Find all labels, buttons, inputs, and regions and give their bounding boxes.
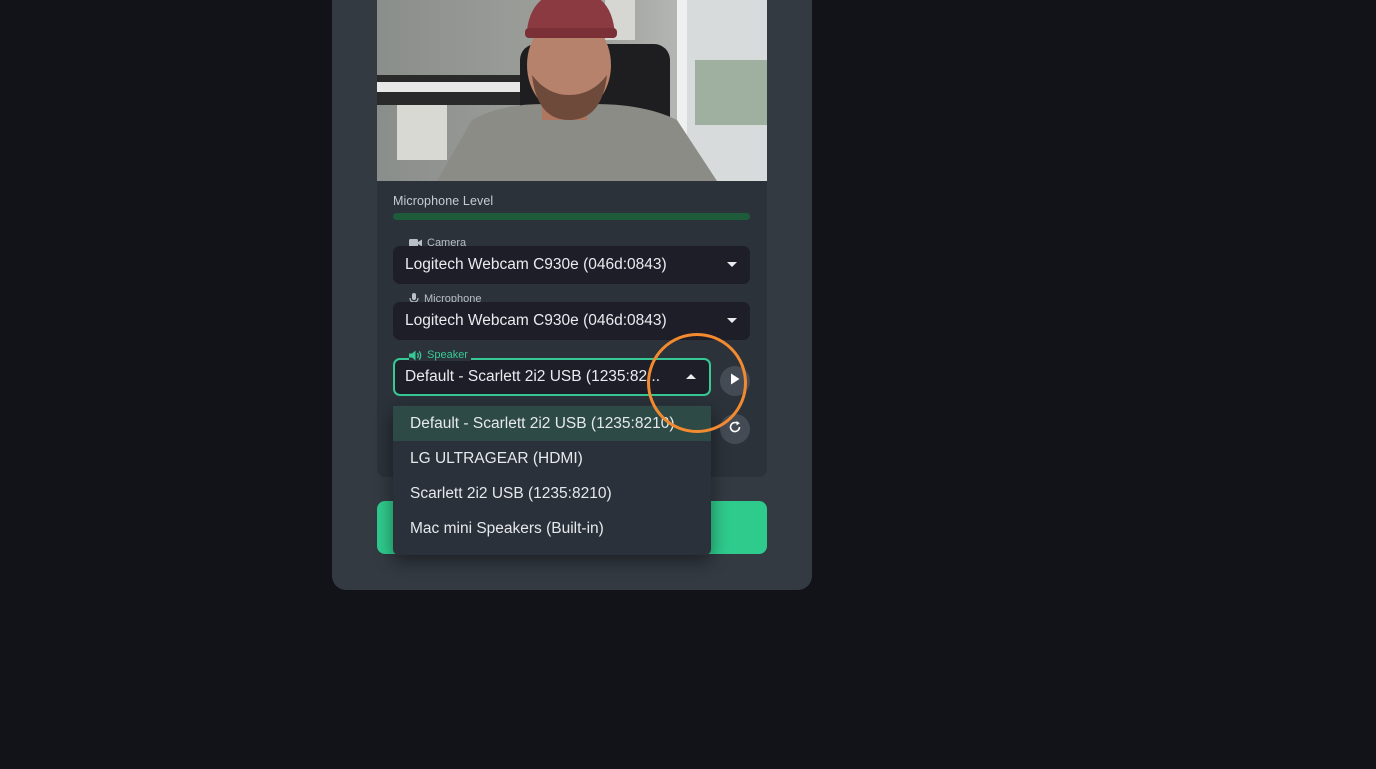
speaker-label-text: Speaker bbox=[427, 349, 468, 361]
microphone-select-value: Logitech Webcam C930e (046d:0843) bbox=[405, 312, 667, 329]
microphone-level-meter bbox=[393, 213, 750, 220]
chevron-down-icon bbox=[727, 262, 737, 267]
speaker-options-menu: Default - Scarlett 2i2 USB (1235:8210) L… bbox=[393, 405, 711, 555]
speaker-select-value: Default - Scarlett 2i2 USB (1235:82... bbox=[405, 368, 661, 385]
highlight-circle-annotation bbox=[647, 333, 747, 433]
webcam-preview-image bbox=[377, 0, 767, 181]
camera-select[interactable]: Logitech Webcam C930e (046d:0843) bbox=[393, 246, 750, 284]
webcam-preview bbox=[377, 0, 767, 181]
camera-select-value: Logitech Webcam C930e (046d:0843) bbox=[405, 256, 667, 273]
microphone-level-label: Microphone Level bbox=[393, 194, 494, 208]
refresh-icon bbox=[728, 420, 742, 439]
chevron-down-icon bbox=[727, 318, 737, 323]
speaker-icon bbox=[409, 350, 422, 361]
speaker-option[interactable]: Mac mini Speakers (Built-in) bbox=[393, 511, 711, 546]
speaker-option[interactable]: Scarlett 2i2 USB (1235:8210) bbox=[393, 476, 711, 511]
speaker-option[interactable]: LG ULTRAGEAR (HDMI) bbox=[393, 441, 711, 476]
speaker-field-label: Speaker bbox=[409, 349, 471, 361]
